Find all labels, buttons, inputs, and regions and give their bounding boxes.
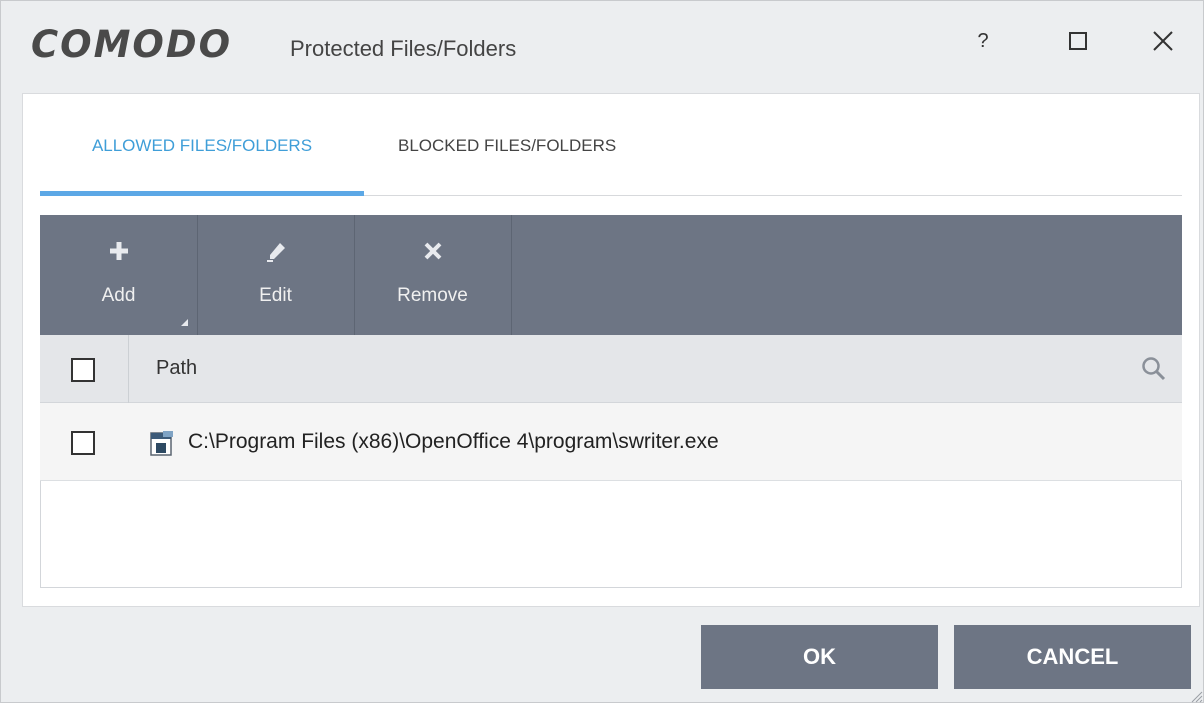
file-exe-icon bbox=[150, 431, 173, 456]
add-button[interactable]: Add bbox=[40, 215, 197, 335]
cancel-button[interactable]: CANCEL bbox=[954, 625, 1191, 689]
remove-label: Remove bbox=[397, 285, 468, 306]
toolbar: Add Edit Remove bbox=[40, 215, 1182, 335]
file-path: C:\Program Files (x86)\OpenOffice 4\prog… bbox=[188, 430, 719, 453]
help-button[interactable]: ? bbox=[961, 23, 1005, 59]
row-checkbox[interactable] bbox=[71, 431, 95, 455]
dropdown-indicator-icon bbox=[181, 319, 188, 326]
search-icon[interactable] bbox=[1140, 355, 1168, 383]
maximize-icon bbox=[1069, 32, 1087, 50]
ok-button[interactable]: OK bbox=[701, 625, 938, 689]
x-icon bbox=[424, 241, 442, 265]
tab-blocked-files-folders[interactable]: BLOCKED FILES/FOLDERS bbox=[398, 136, 616, 194]
close-icon bbox=[1153, 31, 1173, 51]
remove-button[interactable]: Remove bbox=[354, 215, 511, 335]
table-header: Path bbox=[40, 335, 1182, 403]
edit-label: Edit bbox=[259, 285, 292, 306]
help-icon: ? bbox=[977, 29, 989, 52]
plus-icon bbox=[109, 241, 128, 265]
protected-files-dialog: COMODO Protected Files/Folders ? ALLOWED… bbox=[0, 0, 1204, 703]
toolbar-divider bbox=[511, 215, 512, 335]
table-row[interactable]: C:\Program Files (x86)\OpenOffice 4\prog… bbox=[40, 403, 1182, 481]
select-all-checkbox[interactable] bbox=[71, 358, 95, 382]
resize-grip-icon[interactable] bbox=[1187, 687, 1203, 703]
edit-button[interactable]: Edit bbox=[197, 215, 354, 335]
pencil-icon bbox=[265, 241, 287, 265]
table-empty-area bbox=[40, 481, 1182, 588]
tab-bar: ALLOWED FILES/FOLDERS BLOCKED FILES/FOLD… bbox=[40, 94, 1182, 196]
window-title: Protected Files/Folders bbox=[290, 36, 517, 61]
title-bar[interactable]: COMODO Protected Files/Folders ? bbox=[1, 1, 1204, 91]
tab-allowed-files-folders[interactable]: ALLOWED FILES/FOLDERS bbox=[40, 136, 364, 196]
content-panel: ALLOWED FILES/FOLDERS BLOCKED FILES/FOLD… bbox=[22, 93, 1200, 607]
close-button[interactable] bbox=[1141, 23, 1185, 59]
comodo-logo: COMODO bbox=[31, 23, 233, 66]
path-column-header[interactable]: Path bbox=[156, 357, 197, 380]
maximize-button[interactable] bbox=[1056, 23, 1100, 59]
add-label: Add bbox=[101, 285, 136, 306]
column-divider bbox=[128, 335, 129, 403]
